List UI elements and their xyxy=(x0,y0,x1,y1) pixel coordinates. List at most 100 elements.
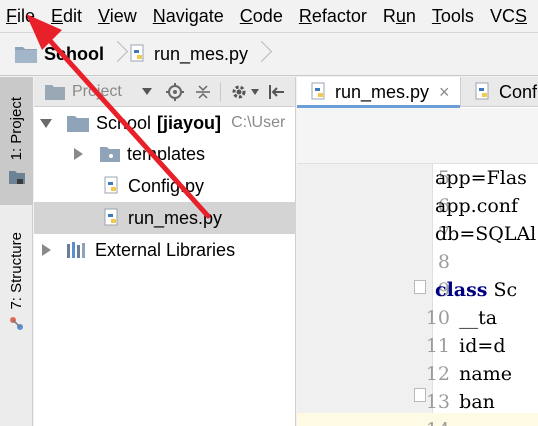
folder-icon xyxy=(67,116,89,132)
python-file-icon xyxy=(104,208,118,226)
menu-view[interactable]: View xyxy=(90,0,145,33)
menu-run-pre: R xyxy=(382,5,396,26)
collapse-arrow-icon[interactable] xyxy=(42,244,51,256)
collapse-all-icon[interactable] xyxy=(194,83,212,101)
tree-item-label: Config.py xyxy=(128,175,205,196)
line-number: 14 xyxy=(390,416,450,426)
menu-tools[interactable]: Tools xyxy=(424,0,482,33)
code-line: app.conf xyxy=(435,195,519,217)
code-line: ban xyxy=(435,391,495,413)
menu-file[interactable]: File xyxy=(0,0,43,33)
menu-tools-mnemonic: T xyxy=(431,5,441,26)
menu-code[interactable]: Code xyxy=(232,0,291,33)
close-icon[interactable]: × xyxy=(439,82,450,103)
menu-file-mnemonic: F xyxy=(6,5,17,26)
menu-edit[interactable]: Edit xyxy=(43,0,90,33)
project-view-icon xyxy=(45,84,65,100)
expand-arrow-icon[interactable] xyxy=(40,118,52,128)
code-line: db=SQLAl xyxy=(435,223,537,245)
line-number: 8 xyxy=(437,251,450,273)
menu-bar: File Edit View Navigate Code Refactor Ru… xyxy=(0,0,538,33)
tool-window-strip: 1: Project 7: Structure xyxy=(0,77,33,426)
tree-item-school[interactable]: School [jiayou] C:\User xyxy=(34,107,296,139)
menu-vcs-pre: VC xyxy=(489,5,515,26)
fold-marker-icon[interactable] xyxy=(414,388,426,402)
tree-item-module: [jiayou] xyxy=(157,112,222,133)
library-icon xyxy=(67,242,85,258)
menu-vcs-mnemonic: S xyxy=(514,5,527,26)
breadcrumb-file[interactable]: run_mes.py xyxy=(128,33,248,76)
folder-icon xyxy=(100,147,120,162)
project-panel-title[interactable]: Project xyxy=(72,83,122,101)
code-text: Sc xyxy=(487,279,518,301)
tree-item-label: templates xyxy=(127,143,206,164)
menu-refactor[interactable]: Refactor xyxy=(291,0,375,33)
settings-dropdown-icon[interactable] xyxy=(251,89,259,95)
code-line: id=d xyxy=(435,335,506,357)
menu-file-label: ile xyxy=(17,5,36,26)
folder-icon xyxy=(15,47,37,63)
project-tool-tab[interactable]: 1: Project xyxy=(0,77,33,205)
breadcrumb-separator xyxy=(254,39,266,69)
project-panel-header: Project xyxy=(34,77,295,107)
header-divider xyxy=(220,82,221,102)
python-file-icon xyxy=(311,82,325,100)
breadcrumb-project[interactable]: School xyxy=(14,33,104,76)
hide-panel-icon[interactable] xyxy=(268,83,286,101)
menu-navigate-mnemonic: N xyxy=(152,5,166,26)
structure-tool-tab[interactable]: 7: Structure xyxy=(0,217,33,347)
editor-tabs: run_mes.py × Conf xyxy=(297,77,538,108)
code-line: __ta xyxy=(435,307,498,329)
tree-item-external-libraries[interactable]: External Libraries xyxy=(34,234,296,266)
code-line: class Sc xyxy=(435,276,517,304)
tree-item-label: External Libraries xyxy=(95,239,236,260)
collapse-arrow-icon[interactable] xyxy=(74,148,83,160)
editor: run_mes.py × Conf 5 6 7 8 9 10 11 12 13 … xyxy=(297,77,538,426)
code-line: name xyxy=(435,363,512,385)
project-folder-icon xyxy=(8,170,25,184)
menu-vcs[interactable]: VCS xyxy=(482,0,535,33)
tree-item-config-py[interactable]: Config.py xyxy=(34,170,296,202)
tab-label: run_mes.py xyxy=(335,81,430,102)
project-panel: Project School [jiayou] C:\User template… xyxy=(34,77,296,426)
menu-run[interactable]: Run xyxy=(375,0,424,33)
editor-breadcrumb-bar xyxy=(297,108,538,164)
structure-icon xyxy=(9,316,23,330)
menu-edit-mnemonic: E xyxy=(51,5,64,26)
tree-item-label: run_mes.py xyxy=(128,207,223,228)
menu-run-mnemonic: u xyxy=(395,5,406,26)
menu-refactor-label: efactor xyxy=(311,5,367,26)
python-file-icon xyxy=(130,44,144,62)
menu-navigate-label: avigate xyxy=(165,5,224,26)
locate-file-icon[interactable] xyxy=(166,83,184,101)
menu-view-mnemonic: V xyxy=(98,5,110,26)
breadcrumb-separator xyxy=(110,39,122,69)
menu-view-label: iew xyxy=(109,5,137,26)
python-file-icon xyxy=(104,176,118,194)
breadcrumb: School run_mes.py xyxy=(0,33,538,76)
tab-label: Conf xyxy=(499,81,538,102)
structure-tool-tab-label: 7: Structure xyxy=(8,232,25,310)
project-tool-tab-label: 1: Project xyxy=(8,97,25,161)
menu-edit-label: dit xyxy=(63,5,83,26)
code-line: app=Flas xyxy=(435,167,527,189)
tree-item-templates[interactable]: templates xyxy=(34,138,296,170)
view-dropdown-icon[interactable] xyxy=(142,88,152,95)
gear-icon[interactable] xyxy=(230,83,248,101)
tree-item-path: C:\User xyxy=(231,114,286,131)
menu-refactor-mnemonic: R xyxy=(298,5,312,26)
python-file-icon xyxy=(475,82,489,100)
menu-code-label: ode xyxy=(252,5,283,26)
breadcrumb-file-label: run_mes.py xyxy=(154,43,249,64)
keyword: class xyxy=(435,279,488,301)
menu-navigate[interactable]: Navigate xyxy=(145,0,232,33)
breadcrumb-project-label: School xyxy=(44,43,105,64)
tab-run-mes-py[interactable]: run_mes.py × xyxy=(297,77,461,108)
fold-marker-icon[interactable] xyxy=(414,280,426,294)
tree-item-run-mes-py[interactable]: run_mes.py xyxy=(34,202,296,234)
menu-run-label: n xyxy=(405,5,416,26)
menu-tools-label: ools xyxy=(440,5,474,26)
menu-code-mnemonic: C xyxy=(239,5,253,26)
tree-item-label: School xyxy=(96,112,152,133)
tab-config[interactable]: Conf xyxy=(467,77,538,107)
